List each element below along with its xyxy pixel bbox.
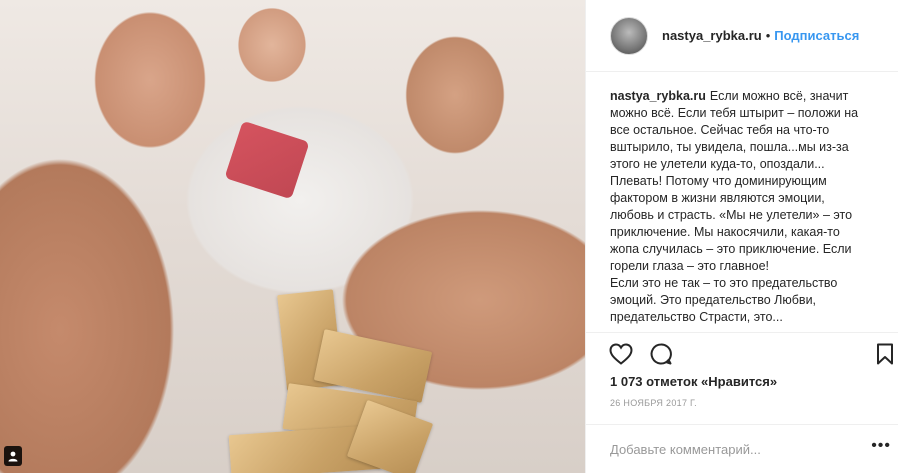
bookmark-icon[interactable] [872, 341, 898, 367]
avatar[interactable] [610, 16, 648, 55]
comment-form: ••• [586, 424, 898, 473]
caption-username[interactable]: nastya_rybka.ru [610, 89, 706, 103]
heart-icon[interactable] [608, 341, 634, 367]
header-username[interactable]: nastya_rybka.ru [662, 28, 762, 43]
post-sidebar: nastya_rybka.ru • Подписаться nastya_ryb… [585, 0, 898, 473]
post-caption: nastya_rybka.ru Если можно всё, значит мо… [610, 88, 872, 332]
post-photo[interactable] [0, 0, 585, 473]
post-header: nastya_rybka.ru • Подписаться [586, 0, 898, 72]
comment-bubble-icon[interactable] [648, 341, 674, 367]
post-date[interactable]: 26 НОЯБРЯ 2017 Г. [610, 398, 697, 408]
header-separator: • [765, 28, 771, 43]
comment-input[interactable] [610, 441, 850, 457]
likes-count[interactable]: 1 073 отметок «Нравится» [610, 374, 777, 389]
shirt-print [224, 120, 310, 200]
caption-text: Если можно всё, значит можно всё. Если т… [610, 89, 859, 324]
more-options-icon[interactable]: ••• [871, 438, 891, 454]
user-tag-icon[interactable] [4, 446, 22, 466]
action-bar [586, 332, 898, 372]
follow-button[interactable]: Подписаться [774, 28, 859, 43]
